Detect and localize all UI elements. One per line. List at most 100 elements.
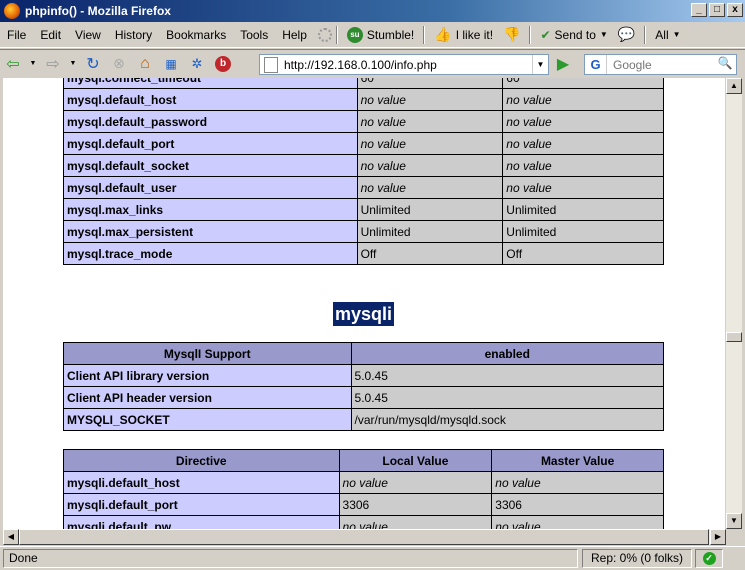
scroll-left-arrow[interactable]: ◀	[3, 529, 19, 545]
directive-header: Directive	[63, 449, 340, 472]
stumble-button[interactable]: su Stumble!	[342, 26, 419, 43]
directive-name: mysql.max_links	[63, 198, 358, 221]
like-button[interactable]: 👍 I like it!	[429, 26, 498, 43]
table-row: mysqli.default_host no value no value	[63, 471, 664, 494]
value-text: no value	[342, 519, 388, 530]
search-bar[interactable]: G 🔍	[584, 54, 737, 75]
address-bar[interactable]: ▼	[259, 54, 549, 75]
comment-button[interactable]: 💬	[613, 26, 640, 43]
like-label: I like it!	[455, 27, 494, 42]
support-key: MYSQLI_SOCKET	[63, 408, 352, 431]
page-icon	[264, 56, 278, 73]
toolbar-separator	[423, 25, 426, 44]
stop-icon[interactable]: ⊗	[109, 54, 129, 74]
value-text: no value	[506, 158, 552, 173]
extension-icon[interactable]: ✲	[187, 54, 207, 74]
dislike-button[interactable]: 👎	[498, 26, 525, 43]
back-button[interactable]: ⇦	[3, 54, 23, 74]
search-icon[interactable]: 🔍	[716, 56, 734, 73]
local-value: no value	[356, 176, 504, 199]
value-text: no value	[360, 136, 406, 151]
chevron-down-icon[interactable]: ▼	[532, 55, 548, 74]
search-input[interactable]	[613, 57, 713, 72]
send-to-button[interactable]: ✔ Send to ▼	[535, 28, 612, 42]
toolbar-separator	[529, 25, 532, 44]
status-bar: Done Rep: 0% (0 folks) ✓	[0, 546, 745, 570]
bookmark-toolbar-icon[interactable]: ▦	[161, 54, 181, 74]
title-bar: phpinfo() - Mozilla Firefox _ □ x	[0, 0, 745, 22]
go-button[interactable]: ▶	[553, 55, 573, 75]
table-row: mysql.default_host no value no value	[63, 88, 664, 111]
value-text: no value	[360, 158, 406, 173]
value-text: no value	[342, 475, 388, 490]
master-value: 3306	[491, 493, 664, 516]
value-text: no value	[506, 114, 552, 129]
table-row: Client API header version 5.0.45	[63, 386, 665, 409]
reload-icon[interactable]: ↻	[83, 54, 103, 74]
scroll-down-arrow[interactable]: ▼	[726, 513, 742, 529]
vertical-scrollbar[interactable]: ▲ ▼	[726, 78, 742, 529]
master-value-header: Master Value	[491, 449, 664, 472]
master-value: no value	[502, 110, 664, 133]
search-engine-icon[interactable]: G	[585, 55, 607, 74]
value-text: Unlimited	[506, 224, 557, 239]
table-row: mysql.default_socket no value no value	[63, 154, 664, 177]
menu-edit[interactable]: Edit	[33, 28, 68, 42]
menu-file[interactable]: File	[0, 28, 33, 42]
security-status[interactable]: ✓	[695, 549, 723, 568]
vertical-scroll-thumb[interactable]	[726, 332, 742, 342]
stumbleupon-icon: su	[346, 26, 363, 43]
directive-name: mysql.default_host	[63, 88, 358, 111]
send-icon: ✔	[540, 27, 551, 42]
reputation-status[interactable]: Rep: 0% (0 folks)	[582, 549, 692, 568]
menu-view[interactable]: View	[68, 28, 108, 42]
value-text: Unlimited	[360, 202, 411, 217]
master-value: no value	[502, 176, 664, 199]
scroll-up-arrow[interactable]: ▲	[726, 78, 742, 94]
table-row: mysqli.default_port 3306 3306	[63, 493, 664, 516]
all-label: All	[655, 27, 669, 42]
thumbs-up-icon: 👍	[434, 26, 452, 42]
mysqli-heading[interactable]: mysqli	[333, 302, 395, 326]
local-value: 60	[356, 78, 504, 89]
back-history-dropdown[interactable]: ▼	[29, 54, 37, 74]
directive-name: mysql.trace_mode	[63, 242, 358, 265]
master-value: no value	[502, 88, 664, 111]
page-content[interactable]: mysql.connect_timeout6060mysql.default_h…	[3, 78, 725, 529]
addon-b-icon[interactable]: b	[213, 54, 233, 74]
mysqli-support-table: MysqlI Support enabled Client API librar…	[63, 342, 665, 431]
directive-name: mysql.max_persistent	[63, 220, 358, 243]
table-row: mysql.connect_timeout6060	[63, 78, 664, 89]
forward-button[interactable]: ⇨	[43, 54, 63, 74]
url-input[interactable]	[284, 57, 524, 72]
mysqli-directives-table: Directive Local Value Master Value mysql…	[63, 449, 664, 529]
window-title: phpinfo() - Mozilla Firefox	[25, 4, 171, 18]
menu-tools[interactable]: Tools	[233, 28, 275, 42]
local-value: no value	[356, 132, 504, 155]
table-row: mysqli.default_pw no value no value	[63, 515, 664, 530]
menu-help[interactable]: Help	[275, 28, 314, 42]
value-text: 60	[506, 78, 519, 85]
close-button[interactable]: x	[727, 3, 743, 17]
horizontal-scroll-thumb[interactable]	[19, 529, 709, 545]
chevron-down-icon: ▼	[599, 30, 608, 39]
horizontal-scrollbar[interactable]: ◀ ▶	[3, 529, 726, 545]
menu-history[interactable]: History	[108, 28, 159, 42]
local-value: no value	[356, 88, 504, 111]
support-value: 5.0.45	[350, 364, 665, 387]
value-text: no value	[506, 92, 552, 107]
maximize-button[interactable]: □	[709, 3, 725, 17]
directive-name: mysql.default_password	[63, 110, 358, 133]
table-row: mysql.max_persistent Unlimited Unlimited	[63, 220, 664, 243]
home-icon[interactable]: ⌂	[135, 54, 155, 74]
all-dropdown[interactable]: All ▼	[650, 28, 685, 42]
minimize-button[interactable]: _	[691, 3, 707, 17]
scroll-right-arrow[interactable]: ▶	[710, 529, 726, 545]
forward-history-dropdown[interactable]: ▼	[69, 54, 77, 74]
value-text: no value	[495, 475, 541, 490]
toolbar-separator	[335, 25, 338, 44]
checkmark-icon: ✓	[702, 552, 716, 565]
local-value: Unlimited	[356, 198, 504, 221]
chevron-down-icon: ▼	[672, 30, 681, 39]
menu-bookmarks[interactable]: Bookmarks	[159, 28, 233, 42]
